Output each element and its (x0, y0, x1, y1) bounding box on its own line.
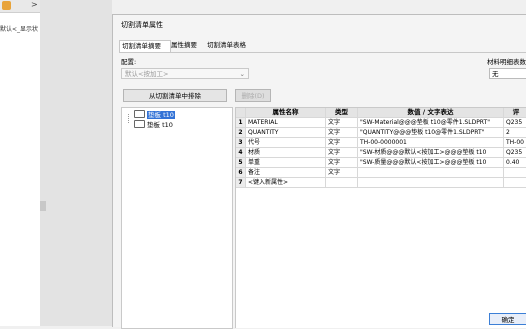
value-expression-cell[interactable]: TH-00-0000001 (358, 138, 504, 147)
evaluated-value-cell (504, 168, 526, 177)
value-expression-cell[interactable]: "QUANTITY@@@垫板 t10@零件1.SLDPRT" (358, 128, 504, 137)
expand-arrow-icon[interactable]: > (31, 0, 38, 9)
row-index: 3 (236, 138, 246, 147)
folder-icon (134, 110, 145, 118)
exclude-from-cut-list-button[interactable]: 从切割清单中排除 (123, 89, 227, 102)
ok-button[interactable]: 确定 (489, 313, 526, 325)
type-cell[interactable]: 文字 (326, 168, 358, 177)
value-expression-cell[interactable]: "SW-材质@@@默认<按加工>@@@垫板 t10 (358, 148, 504, 157)
dialog-title: 切割清单属性 (121, 21, 163, 29)
type-cell[interactable]: 文字 (326, 118, 358, 127)
table-row[interactable]: 1 MATERIAL 文字 "SW-Material@@@垫板 t10@零件1.… (236, 118, 526, 128)
row-index: 1 (236, 118, 246, 127)
table-row[interactable]: 2 QUANTITY 文字 "QUANTITY@@@垫板 t10@零件1.SLD… (236, 128, 526, 138)
row-index: 2 (236, 128, 246, 137)
material-table-select[interactable]: 无 (489, 68, 526, 79)
background-config-label: 默认<_显示状 (0, 26, 39, 33)
background-toolbar: > (0, 0, 40, 13)
row-index: 5 (236, 158, 246, 167)
table-header: 属性名称 类型 数值 / 文字表达 评 (236, 108, 526, 118)
delete-button[interactable]: 删除(D) (235, 89, 271, 102)
row-index: 6 (236, 168, 246, 177)
type-cell[interactable] (326, 178, 358, 187)
tree-connector (128, 114, 130, 123)
table-row[interactable]: 3 代号 文字 TH-00-0000001 TH-00 (236, 138, 526, 148)
tree-item-pad-2[interactable]: 垫板 t10 (134, 120, 173, 129)
config-select[interactable]: 默认<按加工> ⌄ (121, 68, 249, 79)
chevron-down-icon: ⌄ (239, 70, 245, 78)
tab-divider (119, 52, 526, 53)
row-index: 4 (236, 148, 246, 157)
cut-list-properties-dialog: 切割清单属性 切割清单摘要 属性摘要 切割清单表格 配置: 默认<按加工> ⌄ … (112, 14, 526, 329)
evaluated-value-cell: 0.40 (506, 159, 520, 166)
property-name-cell[interactable]: 材质 (246, 148, 326, 157)
table-row[interactable]: 4 材质 文字 "SW-材质@@@默认<按加工>@@@垫板 t10 Q235 (236, 148, 526, 158)
app-icon (2, 1, 11, 10)
header-property-name[interactable]: 属性名称 (246, 108, 326, 117)
new-property-cell[interactable]: <键入新属性> (246, 178, 326, 187)
property-name-cell[interactable]: MATERIAL (246, 118, 326, 127)
header-index (236, 108, 246, 117)
table-row[interactable]: 6 备注 文字 (236, 168, 526, 178)
type-cell[interactable]: 文字 (326, 128, 358, 137)
background-scroll-handle[interactable] (40, 201, 46, 211)
property-table: 属性名称 类型 数值 / 文字表达 评 1 MATERIAL 文字 "SW-Ma… (235, 107, 526, 328)
material-table-label: 材料明细表数 (487, 58, 526, 66)
evaluated-value-cell (504, 178, 526, 187)
value-expression-cell[interactable] (358, 168, 504, 177)
background-panel: > 默认<_显示状 (0, 0, 41, 326)
row-index: 7 (236, 178, 246, 187)
property-name-cell[interactable]: 备注 (246, 168, 326, 177)
config-select-value: 默认<按加工> (125, 70, 169, 78)
folder-icon (134, 120, 145, 128)
table-row-new-property[interactable]: 7 <键入新属性> (236, 178, 526, 188)
evaluated-value-cell: Q235 (506, 149, 523, 156)
header-evaluated[interactable]: 评 (504, 108, 526, 117)
background-area (40, 0, 112, 326)
header-value-expression[interactable]: 数值 / 文字表达 (358, 108, 504, 117)
property-name-cell[interactable]: 代号 (246, 138, 326, 147)
value-expression-cell[interactable]: "SW-质量@@@默认<按加工>@@@垫板 t10 (358, 158, 504, 167)
tab-property-summary[interactable]: 属性摘要 (169, 40, 205, 51)
tab-cut-list-table[interactable]: 切割清单表格 (205, 40, 255, 51)
tree-item-pad-1[interactable]: 垫板 t10 (134, 110, 175, 119)
evaluated-value-cell: Q235 (506, 119, 523, 126)
type-cell[interactable]: 文字 (326, 138, 358, 147)
config-label: 配置: (121, 58, 137, 66)
header-type[interactable]: 类型 (326, 108, 358, 117)
property-name-cell[interactable]: QUANTITY (246, 128, 326, 137)
evaluated-value-cell: TH-00 (506, 139, 524, 146)
type-cell[interactable]: 文字 (326, 158, 358, 167)
table-row[interactable]: 5 单重 文字 "SW-质量@@@默认<按加工>@@@垫板 t10 0.40 (236, 158, 526, 168)
property-name-cell[interactable]: 单重 (246, 158, 326, 167)
evaluated-value-cell: 2 (506, 129, 510, 136)
tab-cut-list-summary[interactable]: 切割清单摘要 (119, 40, 171, 52)
value-expression-cell[interactable] (358, 178, 504, 187)
cut-list-tree: 垫板 t10 垫板 t10 (121, 107, 233, 329)
type-cell[interactable]: 文字 (326, 148, 358, 157)
value-expression-cell[interactable]: "SW-Material@@@垫板 t10@零件1.SLDPRT" (358, 118, 504, 127)
